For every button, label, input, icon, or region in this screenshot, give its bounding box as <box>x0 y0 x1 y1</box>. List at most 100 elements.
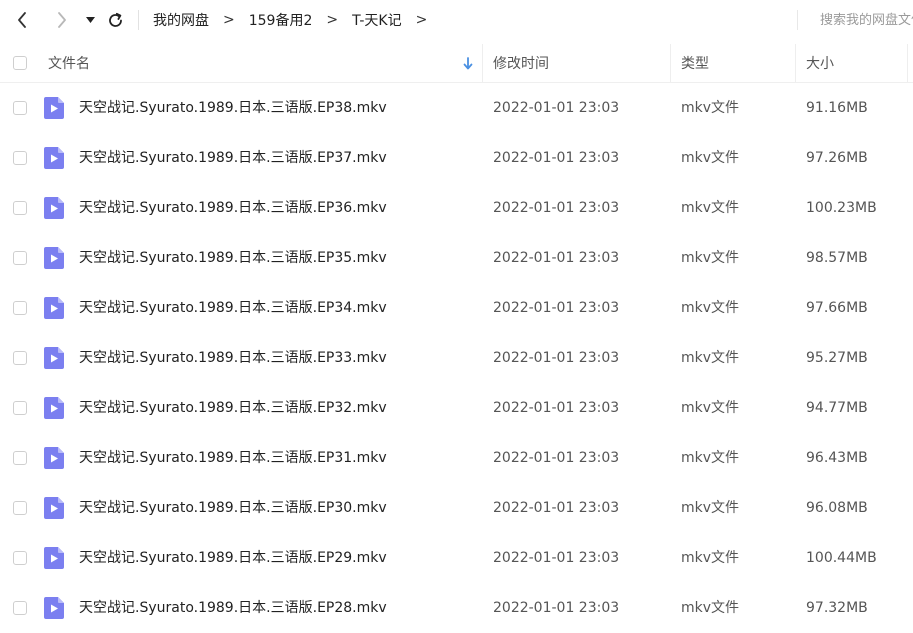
file-modified: 2022-01-01 23:03 <box>493 500 620 516</box>
back-button[interactable] <box>12 8 32 32</box>
file-name[interactable]: 天空战记.Syurato.1989.日本.三语版.EP36.mkv <box>79 183 387 233</box>
file-size: 100.23MB <box>806 200 877 216</box>
file-type: mkv文件 <box>681 200 740 216</box>
file-size: 97.66MB <box>806 300 868 316</box>
file-name[interactable]: 天空战记.Syurato.1989.日本.三语版.EP30.mkv <box>79 483 387 533</box>
chevron-left-icon <box>18 12 26 28</box>
file-modified: 2022-01-01 23:03 <box>493 450 620 466</box>
file-modified: 2022-01-01 23:03 <box>493 150 620 166</box>
breadcrumb-divider <box>138 10 139 30</box>
video-file-icon <box>44 397 64 419</box>
row-checkbox[interactable] <box>13 201 27 215</box>
column-header-size-label: 大小 <box>806 56 834 72</box>
file-type: mkv文件 <box>681 500 740 516</box>
file-size: 97.26MB <box>806 150 868 166</box>
file-name[interactable]: 天空战记.Syurato.1989.日本.三语版.EP38.mkv <box>79 83 387 133</box>
video-file-icon <box>44 297 64 319</box>
file-size: 95.27MB <box>806 350 868 366</box>
file-name[interactable]: 天空战记.Syurato.1989.日本.三语版.EP31.mkv <box>79 433 387 483</box>
search-input[interactable] <box>820 8 913 32</box>
row-checkbox[interactable] <box>13 501 27 515</box>
file-type: mkv文件 <box>681 550 740 566</box>
video-file-icon <box>44 97 64 119</box>
table-row[interactable]: 天空战记.Syurato.1989.日本.三语版.EP28.mkv 2022-0… <box>0 583 913 633</box>
file-type: mkv文件 <box>681 600 740 616</box>
file-name[interactable]: 天空战记.Syurato.1989.日本.三语版.EP35.mkv <box>79 233 387 283</box>
file-type: mkv文件 <box>681 100 740 116</box>
file-type: mkv文件 <box>681 250 740 266</box>
search-divider <box>797 10 798 30</box>
table-row[interactable]: 天空战记.Syurato.1989.日本.三语版.EP30.mkv 2022-0… <box>0 483 913 533</box>
column-header-modified[interactable]: 修改时间 <box>493 44 663 82</box>
video-file-icon <box>44 247 64 269</box>
breadcrumb-item-root[interactable]: 我的网盘 <box>153 10 209 30</box>
file-type: mkv文件 <box>681 400 740 416</box>
forward-button[interactable] <box>52 8 72 32</box>
row-checkbox[interactable] <box>13 401 27 415</box>
column-header-size[interactable]: 大小 <box>806 44 901 82</box>
top-toolbar: 我的网盘 > 159备用2 > T-天K记 > <box>0 0 913 40</box>
column-header-type-label: 类型 <box>681 56 709 72</box>
history-dropdown-button[interactable] <box>82 8 98 32</box>
refresh-button[interactable] <box>104 8 126 32</box>
table-row[interactable]: 天空战记.Syurato.1989.日本.三语版.EP37.mkv 2022-0… <box>0 133 913 183</box>
file-type: mkv文件 <box>681 300 740 316</box>
column-divider[interactable] <box>670 44 671 82</box>
file-size: 100.44MB <box>806 550 877 566</box>
row-checkbox[interactable] <box>13 301 27 315</box>
table-row[interactable]: 天空战记.Syurato.1989.日本.三语版.EP35.mkv 2022-0… <box>0 233 913 283</box>
breadcrumb-separator: > <box>326 12 339 28</box>
video-file-icon <box>44 197 64 219</box>
column-header-name[interactable]: 文件名 <box>48 44 478 82</box>
row-checkbox[interactable] <box>13 251 27 265</box>
video-file-icon <box>44 497 64 519</box>
file-modified: 2022-01-01 23:03 <box>493 550 620 566</box>
table-row[interactable]: 天空战记.Syurato.1989.日本.三语版.EP29.mkv 2022-0… <box>0 533 913 583</box>
column-divider[interactable] <box>907 44 908 82</box>
row-checkbox[interactable] <box>13 351 27 365</box>
column-header-name-label: 文件名 <box>48 56 90 72</box>
row-checkbox[interactable] <box>13 151 27 165</box>
sort-button[interactable] <box>463 44 473 82</box>
file-modified: 2022-01-01 23:03 <box>493 600 620 616</box>
file-name[interactable]: 天空战记.Syurato.1989.日本.三语版.EP33.mkv <box>79 333 387 383</box>
row-checkbox[interactable] <box>13 601 27 615</box>
file-size: 98.57MB <box>806 250 868 266</box>
table-row[interactable]: 天空战记.Syurato.1989.日本.三语版.EP34.mkv 2022-0… <box>0 283 913 333</box>
file-name[interactable]: 天空战记.Syurato.1989.日本.三语版.EP37.mkv <box>79 133 387 183</box>
select-all-checkbox[interactable] <box>13 56 27 70</box>
breadcrumb-item-folder[interactable]: 159备用2 <box>249 10 313 30</box>
row-checkbox[interactable] <box>13 101 27 115</box>
file-type: mkv文件 <box>681 450 740 466</box>
file-name[interactable]: 天空战记.Syurato.1989.日本.三语版.EP28.mkv <box>79 583 387 633</box>
column-divider[interactable] <box>482 44 483 82</box>
file-type: mkv文件 <box>681 350 740 366</box>
file-modified: 2022-01-01 23:03 <box>493 100 620 116</box>
refresh-icon <box>108 12 122 27</box>
table-row[interactable]: 天空战记.Syurato.1989.日本.三语版.EP36.mkv 2022-0… <box>0 183 913 233</box>
file-name[interactable]: 天空战记.Syurato.1989.日本.三语版.EP34.mkv <box>79 283 387 333</box>
video-file-icon <box>44 147 64 169</box>
file-size: 96.08MB <box>806 500 868 516</box>
file-name[interactable]: 天空战记.Syurato.1989.日本.三语版.EP32.mkv <box>79 383 387 433</box>
select-all-cell <box>13 44 27 82</box>
column-header-modified-label: 修改时间 <box>493 56 549 72</box>
table-row[interactable]: 天空战记.Syurato.1989.日本.三语版.EP38.mkv 2022-0… <box>0 83 913 133</box>
file-size: 94.77MB <box>806 400 868 416</box>
file-name[interactable]: 天空战记.Syurato.1989.日本.三语版.EP29.mkv <box>79 533 387 583</box>
breadcrumb-separator[interactable]: > <box>416 12 428 28</box>
file-modified: 2022-01-01 23:03 <box>493 300 620 316</box>
video-file-icon <box>44 347 64 369</box>
column-header-type[interactable]: 类型 <box>681 44 786 82</box>
breadcrumb-item-current[interactable]: T-天K记 <box>352 10 402 30</box>
video-file-icon <box>44 447 64 469</box>
file-modified: 2022-01-01 23:03 <box>493 400 620 416</box>
file-modified: 2022-01-01 23:03 <box>493 350 620 366</box>
row-checkbox[interactable] <box>13 451 27 465</box>
file-size: 96.43MB <box>806 450 868 466</box>
row-checkbox[interactable] <box>13 551 27 565</box>
column-divider[interactable] <box>795 44 796 82</box>
table-row[interactable]: 天空战记.Syurato.1989.日本.三语版.EP31.mkv 2022-0… <box>0 433 913 483</box>
table-row[interactable]: 天空战记.Syurato.1989.日本.三语版.EP33.mkv 2022-0… <box>0 333 913 383</box>
table-row[interactable]: 天空战记.Syurato.1989.日本.三语版.EP32.mkv 2022-0… <box>0 383 913 433</box>
